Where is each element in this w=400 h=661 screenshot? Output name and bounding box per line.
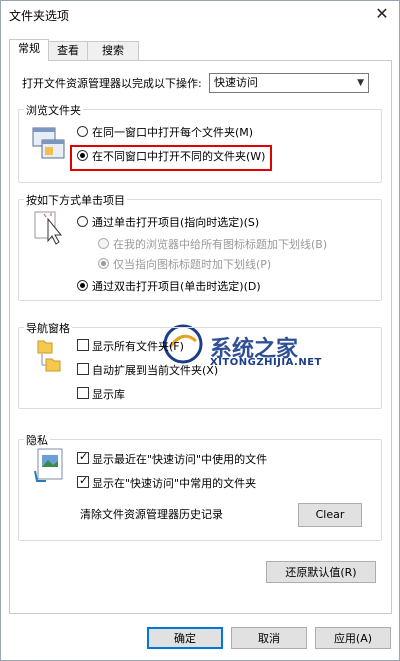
tab-search[interactable]: 搜索 [87, 41, 139, 60]
cancel-button[interactable]: 取消 [231, 627, 307, 649]
nav-folders-icon [37, 340, 61, 372]
checkbox-show-libraries[interactable] [77, 387, 89, 399]
radio-underline-point[interactable] [98, 258, 109, 269]
clear-history-label: 清除文件资源管理器历史记录 [80, 508, 223, 521]
window-title: 文件夹选项 [9, 9, 70, 23]
open-explorer-label: 打开文件资源管理器以完成以下操作: [22, 77, 202, 90]
radio-same-window[interactable] [77, 126, 88, 137]
title-bar: 文件夹选项 ✕ [1, 1, 399, 29]
open-explorer-value: 快速访问 [214, 76, 258, 89]
browse-folders-title: 浏览文件夹 [24, 102, 83, 118]
frequent-folders-label: 显示在"快速访问"中常用的文件夹 [92, 477, 257, 490]
checkbox-show-all-folders[interactable] [77, 339, 89, 351]
privacy-title: 隐私 [24, 432, 50, 448]
double-click-label: 通过双击打开项目(单击时选定)(D) [92, 280, 261, 293]
chevron-down-icon: ▼ [357, 78, 364, 88]
open-explorer-select[interactable]: 快速访问 ▼ [209, 73, 369, 93]
checkbox-recent-files[interactable] [77, 450, 89, 464]
checkbox-expand-to-current[interactable] [77, 363, 89, 375]
single-click-label: 通过单击打开项目(指向时选定)(S) [92, 216, 260, 229]
show-libraries-label: 显示库 [92, 388, 125, 401]
click-items-title: 按如下方式单击项目 [24, 192, 127, 208]
different-windows-label: 在不同窗口中打开不同的文件夹(W) [92, 150, 266, 163]
privacy-files-icon [34, 448, 63, 482]
same-window-label: 在同一窗口中打开每个文件夹(M) [92, 126, 254, 139]
radio-double-click[interactable] [77, 280, 88, 291]
general-tab-panel: 打开文件资源管理器以完成以下操作: 快速访问 ▼ 浏览文件夹 在同一窗口中打开每… [9, 60, 392, 614]
ok-button[interactable]: 确定 [147, 627, 223, 649]
radio-different-windows[interactable] [77, 150, 88, 161]
underline-point-label: 仅当指向图标标题时加下划线(P) [113, 258, 272, 271]
radio-underline-browser[interactable] [98, 238, 109, 249]
radio-single-click[interactable] [77, 216, 88, 227]
tab-general[interactable]: 常规 [9, 39, 49, 61]
folder-options-window: 文件夹选项 ✕ 常规 查看 搜索 打开文件资源管理器以完成以下操作: 快速访问 … [0, 0, 400, 661]
nav-pane-title: 导航窗格 [24, 320, 72, 336]
checkbox-frequent-folders[interactable] [77, 474, 89, 488]
recent-files-label: 显示最近在"快速访问"中使用的文件 [92, 453, 268, 466]
clear-button[interactable]: Clear [298, 503, 362, 527]
restore-defaults-button[interactable]: 还原默认值(R) [266, 561, 376, 583]
close-icon[interactable]: ✕ [371, 4, 393, 24]
apply-button[interactable]: 应用(A) [315, 627, 391, 649]
expand-to-current-label: 自动扩展到当前文件夹(X) [92, 364, 219, 377]
pointer-click-icon [34, 211, 63, 245]
underline-browser-label: 在我的浏览器中给所有图标标题加下划线(B) [113, 238, 328, 251]
show-all-folders-label: 显示所有文件夹(F) [92, 340, 184, 353]
tab-view[interactable]: 查看 [47, 41, 89, 60]
folder-windows-icon [32, 127, 65, 159]
